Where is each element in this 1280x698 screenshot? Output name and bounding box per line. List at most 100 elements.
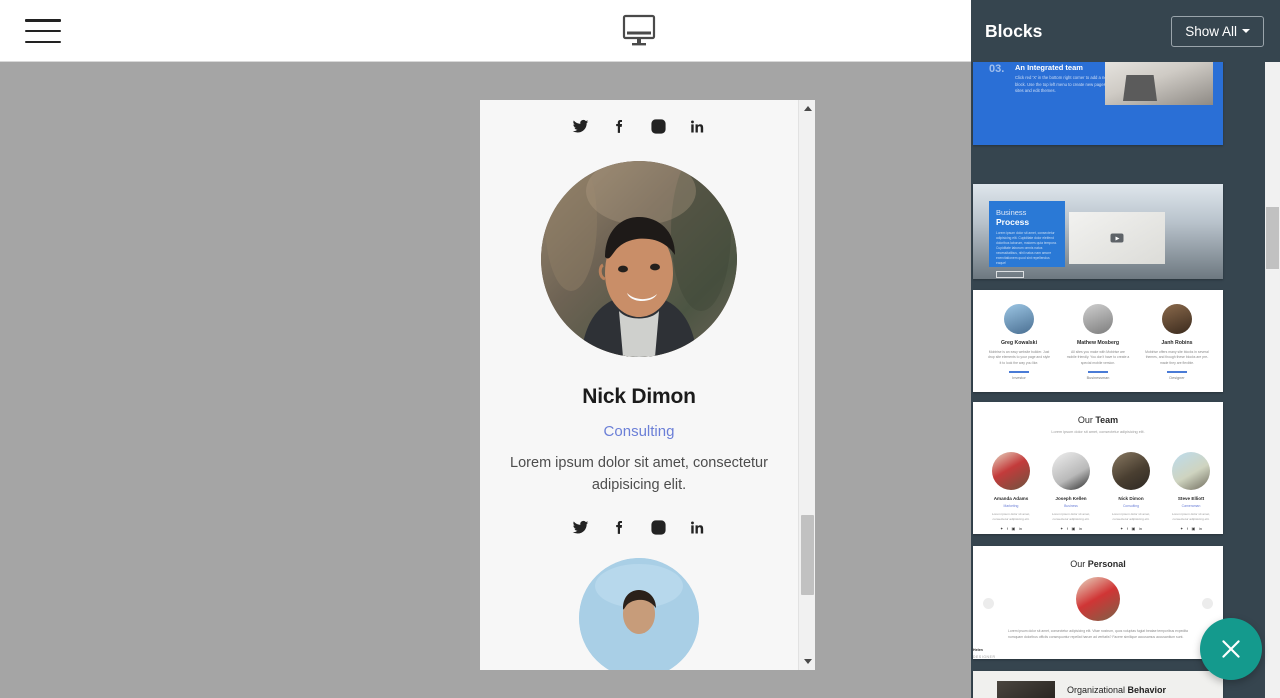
member-role: Cameraman: [1181, 504, 1201, 508]
block-thumbnail-organizational-behavior[interactable]: 15 59 Organizational Behavior Click any …: [973, 671, 1223, 698]
twitter-icon[interactable]: [572, 118, 589, 135]
block-body: Click red 'X' in the bottom right corner…: [1015, 75, 1110, 93]
block-video-thumbnail: [1069, 212, 1165, 264]
team-member: Nick Dimon Consulting Lorem ipsum dolor …: [1102, 452, 1160, 531]
linkedin-icon: in: [1198, 525, 1202, 531]
profile-avatar-wrap: [480, 161, 798, 357]
block-title-bold: Behavior: [1127, 685, 1167, 695]
desktop-monitor-icon[interactable]: [620, 14, 658, 48]
avatar: [1004, 304, 1034, 334]
avatar: [1076, 577, 1120, 621]
block-heading: An Integrated team: [1015, 63, 1083, 72]
close-icon: [1222, 640, 1240, 658]
close-button[interactable]: [1200, 618, 1262, 680]
avatar: [541, 161, 737, 357]
member-text: Lorem ipsum dolor sit amet, consectetur …: [991, 512, 1031, 521]
facebook-icon: f: [1006, 525, 1009, 531]
show-all-label: Show All: [1185, 23, 1237, 39]
avatar: [579, 557, 699, 670]
twitter-icon: ✦: [1120, 525, 1124, 531]
member-role: Consulting: [1122, 504, 1140, 508]
person-role: DESIGNER: [973, 655, 996, 659]
page-title: Blocks: [985, 20, 1043, 41]
member-name: Nick Dimon: [1118, 496, 1144, 501]
blocks-list[interactable]: 03. An Integrated team Click red 'X' in …: [971, 62, 1280, 698]
card-role: Designer: [1169, 375, 1185, 380]
instagram-icon: ▣: [1191, 525, 1196, 531]
editor-canvas: Nick Dimon Consulting Lorem ipsum dolor …: [0, 62, 971, 698]
avatar: [1162, 304, 1192, 334]
facebook-icon[interactable]: [611, 519, 628, 536]
facebook-icon[interactable]: [611, 118, 628, 135]
block-title: Organizational Behavior: [1067, 685, 1166, 695]
hamburger-menu-icon[interactable]: [25, 16, 61, 46]
avatar: [1052, 452, 1090, 490]
linkedin-icon: in: [1078, 525, 1082, 531]
sidebar-scrollbar-thumb[interactable]: [1266, 207, 1279, 269]
blocks-sidebar-header: Blocks Show All: [971, 0, 1280, 62]
divider: [1088, 371, 1108, 373]
instagram-icon: ▣: [1131, 525, 1136, 531]
member-name: Steve Elliott: [1177, 496, 1205, 501]
hamburger-bar: [25, 19, 61, 22]
block-body: Lorem ipsum dolor sit amet, consectetur …: [996, 231, 1057, 265]
member-socials: ✦ f ▣ in: [1042, 526, 1100, 531]
card-text: Mobirise is an easy website builder. Jus…: [987, 350, 1050, 365]
card-name: Janh Robins: [1161, 340, 1193, 346]
hamburger-bar: [25, 40, 61, 43]
block-thumbnail-business-process[interactable]: Business Process Lorem ipsum dolor sit a…: [973, 184, 1223, 279]
block-thumbnail-three-cards[interactable]: Greg Kowalski Mobirise is an easy websit…: [973, 290, 1223, 392]
preview-page-content: Nick Dimon Consulting Lorem ipsum dolor …: [480, 100, 798, 670]
site-preview-frame: Nick Dimon Consulting Lorem ipsum dolor …: [480, 100, 815, 670]
app-root: Nick Dimon Consulting Lorem ipsum dolor …: [0, 0, 1280, 698]
block-image: [1105, 62, 1213, 105]
instagram-icon: ▣: [1071, 525, 1076, 531]
linkedin-icon: in: [1018, 525, 1022, 531]
divider: [1167, 371, 1187, 373]
instagram-icon[interactable]: [650, 519, 667, 536]
social-links-top: [480, 118, 798, 135]
twitter-icon: ✦: [1060, 525, 1064, 531]
member-text: Lorem ipsum dolor sit amet, consectetur …: [1111, 512, 1151, 521]
avatar: [1083, 304, 1113, 334]
member-name: Amanda Adams: [993, 496, 1029, 501]
sidebar-scrollbar[interactable]: [1265, 62, 1280, 698]
card-name: Mathew Mosberg: [1076, 340, 1120, 346]
preview-scrollbar-thumb[interactable]: [801, 515, 814, 595]
twitter-icon: ✦: [1180, 525, 1184, 531]
block-card: Business Process Lorem ipsum dolor sit a…: [989, 201, 1065, 278]
instagram-icon[interactable]: [650, 118, 667, 135]
carousel-prev-arrow[interactable]: [983, 598, 994, 609]
member-socials: ✦ f ▣ in: [1162, 526, 1220, 531]
card-name: Greg Kowalski: [1000, 340, 1038, 346]
member-role: Marketing: [1003, 504, 1019, 508]
card-text: All sites you make with Mobirise are mob…: [1066, 350, 1130, 365]
social-links-bottom: [480, 519, 798, 536]
top-toolbar: [0, 0, 971, 62]
member-socials: ✦ f ▣ in: [982, 526, 1040, 531]
block-thumbnail-our-personal[interactable]: Our Personal Lorem ipsum dolor sit amet,…: [973, 546, 1223, 659]
member-role: Business: [1064, 504, 1078, 508]
member-text: Lorem ipsum dolor sit amet, consectetur …: [1171, 512, 1211, 521]
preview-scrollbar[interactable]: [798, 100, 815, 670]
twitter-icon[interactable]: [572, 519, 589, 536]
linkedin-icon: in: [1138, 525, 1142, 531]
divider: [1009, 371, 1029, 373]
member-name: Joseph Kellen: [1055, 496, 1087, 501]
profile-bio: Lorem ipsum dolor sit amet, consectetur …: [510, 455, 768, 494]
avatar: [992, 452, 1030, 490]
person-name: Helen: [973, 648, 983, 653]
block-thumbnail-integrated-team[interactable]: 03. An Integrated team Click red 'X' in …: [973, 62, 1223, 145]
twitter-icon: ✦: [1000, 525, 1004, 531]
linkedin-icon[interactable]: [689, 118, 706, 135]
show-all-button[interactable]: Show All: [1171, 15, 1264, 47]
carousel-next-arrow[interactable]: [1202, 598, 1213, 609]
block-thumbnail-our-team[interactable]: Our Team Lorem ipsum dolor sit amet, con…: [973, 402, 1223, 534]
scroll-up-arrow[interactable]: [799, 100, 815, 117]
chevron-down-icon: [1242, 29, 1250, 33]
block-card: Greg Kowalski Mobirise is an easy websit…: [981, 304, 1057, 380]
team-member: Amanda Adams Marketing Lorem ipsum dolor…: [982, 452, 1040, 531]
card-text: Mobirise offers many site blocks in seve…: [1145, 350, 1209, 365]
scroll-down-arrow[interactable]: [799, 653, 815, 670]
linkedin-icon[interactable]: [689, 519, 706, 536]
